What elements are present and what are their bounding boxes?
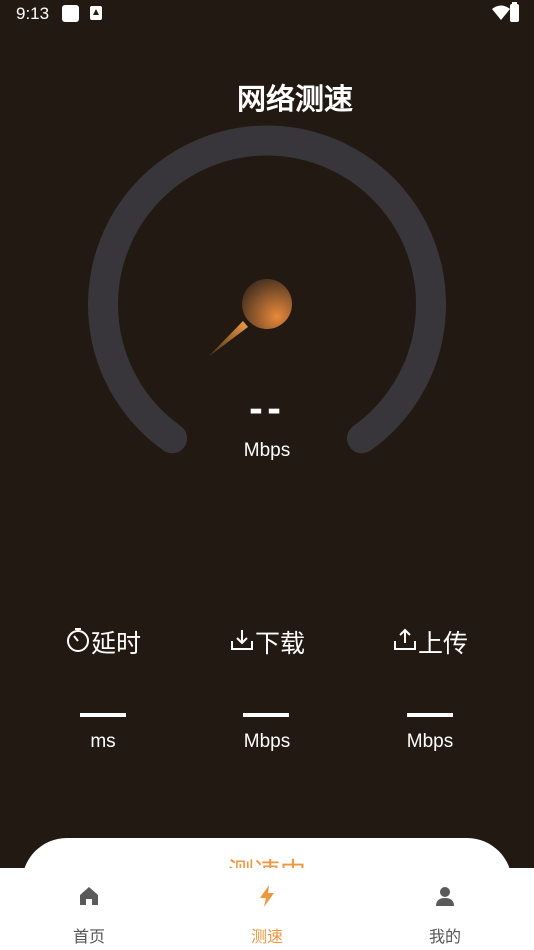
download-label: 下载 (254, 629, 305, 658)
upload-header: 上传 (350, 620, 510, 660)
upload-unit: Mbps (406, 731, 454, 752)
speed-value: -- (248, 390, 286, 430)
nav-item-speedtest[interactable]: 测速 (178, 868, 356, 950)
download-icon (230, 630, 253, 650)
home-icon (80, 887, 98, 905)
speed-unit: Mbps (243, 440, 291, 461)
upload-icon (393, 628, 416, 650)
download-unit: Mbps (243, 731, 291, 752)
nav-item-profile[interactable]: 我的 (356, 868, 534, 950)
upload-label: 上传 (417, 629, 468, 658)
nav-item-home[interactable]: 首页 (0, 868, 178, 950)
bottom-nav: 首页 测速 我的 (0, 868, 534, 950)
download-value-placeholder (243, 713, 289, 717)
gauge-knob (242, 279, 292, 329)
latency-unit: ms (90, 731, 116, 752)
gauge-needle (208, 321, 248, 357)
timer-icon (66, 628, 89, 652)
latency-label: 延时 (90, 629, 141, 658)
upload-value-placeholder (407, 713, 453, 717)
nav-label-home: 首页 (72, 927, 105, 946)
latency-value-placeholder (80, 713, 126, 717)
user-icon (436, 887, 454, 906)
download-header: 下载 (187, 620, 347, 660)
lightning-icon (260, 885, 274, 907)
nav-label-speedtest: 测速 (250, 927, 283, 946)
nav-label-profile: 我的 (428, 927, 461, 946)
latency-header: 延时 (23, 620, 183, 660)
